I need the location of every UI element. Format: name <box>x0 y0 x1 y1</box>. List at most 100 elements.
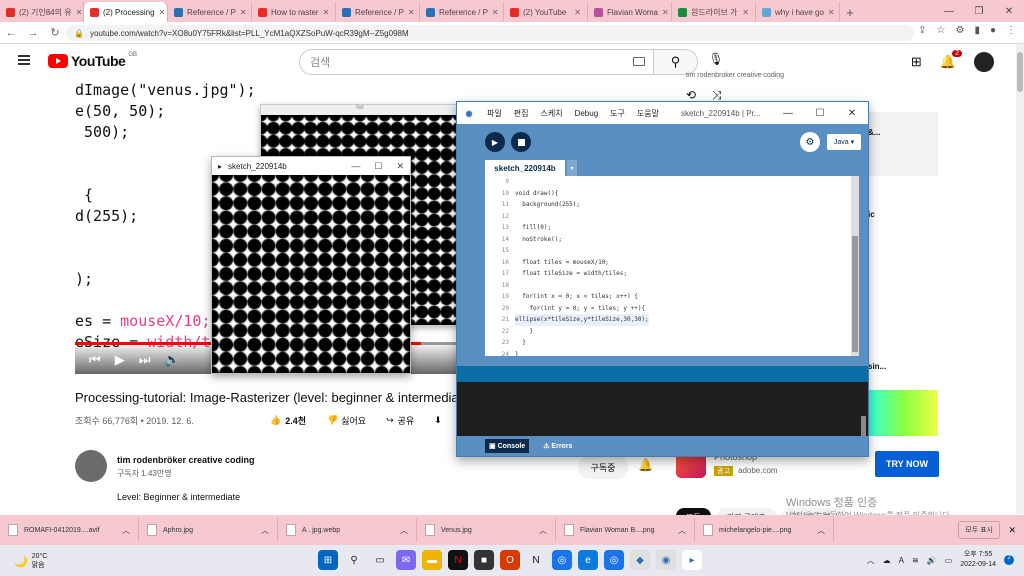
code-line[interactable] <box>515 176 649 188</box>
tab-close-icon[interactable]: ✕ <box>408 8 415 17</box>
code-lines[interactable]: void draw(){ background(255); fill(0); n… <box>515 176 649 356</box>
code-line[interactable]: float tiles = mouseX/10; <box>515 257 649 269</box>
code-line[interactable]: } <box>515 349 649 357</box>
volume-tray-icon[interactable]: 🔊 <box>927 556 937 565</box>
processing-sketch-taskbar-icon[interactable]: ▸ <box>682 550 702 570</box>
file-explorer-icon[interactable]: ▬ <box>422 550 442 570</box>
tab-close-icon[interactable]: ✕ <box>323 8 330 17</box>
ide-menu-item[interactable]: 도구 <box>604 108 631 119</box>
sketch-small-titlebar[interactable]: ▸ sketch_220914b — ☐ ✕ <box>212 157 410 175</box>
forward-icon[interactable]: → <box>22 27 44 39</box>
restore-icon[interactable]: ❐ <box>964 6 994 17</box>
browser-tab[interactable]: why i have go ✕ <box>756 2 840 22</box>
code-line[interactable]: } <box>515 326 649 338</box>
code-line[interactable]: ellipse(x*tileSize,y*tileSize,30,30); <box>515 314 649 326</box>
tab-close-icon[interactable]: ✕ <box>240 8 247 17</box>
tab-close-icon[interactable]: ✕ <box>574 8 581 17</box>
maximize-icon[interactable]: ☐ <box>374 161 382 172</box>
code-line[interactable]: background(255); <box>515 199 649 211</box>
debugger-icon[interactable]: ⚙ <box>800 132 820 152</box>
sketch-window-small[interactable]: ▸ sketch_220914b — ☐ ✕ <box>211 156 411 374</box>
tab-close-icon[interactable]: ✕ <box>159 8 166 17</box>
code-line[interactable]: } <box>515 337 649 349</box>
download-icon[interactable]: ⬇ <box>434 415 442 426</box>
chrome-profile-icon[interactable]: ◎ <box>604 550 624 570</box>
browser-tab[interactable]: Flavian Woma ✕ <box>588 2 672 22</box>
search-input[interactable]: 검색 <box>299 49 654 75</box>
tab-menu-icon[interactable]: ▾ <box>567 160 577 176</box>
minimize-icon[interactable]: — <box>351 161 360 172</box>
close-icon[interactable]: ✕ <box>994 6 1024 17</box>
sketch-small-canvas[interactable] <box>212 175 410 373</box>
close-icon[interactable]: ✕ <box>396 161 404 172</box>
clock[interactable]: 오후 7:55 2022-09-14 <box>960 550 996 570</box>
channel-bell-icon[interactable]: 🔔 <box>638 458 653 472</box>
star-icon[interactable]: ☆ <box>937 25 946 36</box>
download-menu-icon[interactable]: ︿ <box>539 525 547 536</box>
code-line[interactable] <box>515 245 649 257</box>
onedrive-icon[interactable]: ☁ <box>883 556 891 565</box>
code-line[interactable]: for(int x = 0; x < tiles; x++) { <box>515 291 649 303</box>
page-scrollbar[interactable] <box>1016 44 1024 514</box>
ide-menu-item[interactable]: Debug <box>569 109 605 118</box>
ide-menu-item[interactable]: 스케치 <box>534 108 568 119</box>
ide-menu-item[interactable]: 편집 <box>508 108 535 119</box>
loop-icon[interactable]: ⟲ <box>686 88 696 102</box>
maximize-icon[interactable]: ☐ <box>804 108 836 119</box>
channel-name[interactable]: tim rodenbröker creative coding <box>117 455 255 465</box>
browser-tab[interactable]: 원드라이브 가 ✕ <box>672 2 756 22</box>
download-item[interactable]: Flavian Woman B....png ︿ <box>556 518 695 542</box>
console-scrollbar[interactable] <box>861 416 866 436</box>
store-icon[interactable]: ■ <box>474 550 494 570</box>
scrollbar-thumb[interactable] <box>1017 52 1023 92</box>
tab-close-icon[interactable]: ✕ <box>492 8 499 17</box>
menu-icon[interactable] <box>18 55 30 65</box>
weather-widget[interactable]: 🌙 20°C 맑음 <box>14 552 47 570</box>
volume-icon[interactable]: 🔊 <box>164 352 180 368</box>
avatar[interactable] <box>974 52 994 72</box>
ad-banner[interactable] <box>868 390 938 436</box>
keyboard-icon[interactable] <box>633 57 645 66</box>
code-line[interactable]: for(int y = 0; y < tiles; y ++){ <box>515 303 649 315</box>
share-icon[interactable]: ⇪ <box>918 25 926 36</box>
code-editor[interactable]: 9 10 11 12 13 14 15 16 17 18 19 20 21 22 23 24 void dra… <box>485 176 851 356</box>
download-menu-icon[interactable]: ︿ <box>817 525 825 536</box>
tab-close-icon[interactable]: ✕ <box>662 8 669 17</box>
chrome-icon[interactable]: ◎ <box>552 550 572 570</box>
wifi-icon[interactable]: ≋ <box>912 556 919 565</box>
code-line[interactable]: void draw(){ <box>515 188 649 200</box>
edge-icon[interactable]: e <box>578 550 598 570</box>
editor-scrollbar[interactable] <box>851 176 859 356</box>
editor-scroll-thumb[interactable] <box>852 236 858 352</box>
processing-taskbar-icon[interactable]: ◉ <box>656 550 676 570</box>
download-menu-icon[interactable]: ︿ <box>400 525 408 536</box>
tab-close-icon[interactable]: ✕ <box>742 8 749 17</box>
share-button[interactable]: ↪ 공유 <box>386 414 414 427</box>
tab-close-icon[interactable]: ✕ <box>76 8 83 17</box>
browser-tab[interactable]: (2) YouTube ✕ <box>504 2 588 22</box>
battery-icon[interactable]: ▭ <box>945 556 953 565</box>
channel-avatar[interactable] <box>75 450 107 482</box>
notification-center-icon[interactable]: 2 <box>1004 555 1014 565</box>
code-line[interactable]: noStroke(); <box>515 234 649 246</box>
download-item[interactable]: A . jpg.webp ︿ <box>278 518 417 542</box>
dislike-button[interactable]: 👎 싫어요 <box>326 414 366 427</box>
extensions-icon[interactable]: ⚙ <box>955 25 964 36</box>
mode-selector[interactable]: Java ▾ <box>827 134 861 150</box>
download-item[interactable]: Venus.jpg ︿ <box>417 518 556 542</box>
office-icon[interactable]: O <box>500 550 520 570</box>
errors-tab[interactable]: ⚠ Errors <box>543 442 572 450</box>
reload-icon[interactable]: ↻ <box>44 26 66 39</box>
browser-tab[interactable]: (2) 기인84의 유 ✕ <box>0 2 84 22</box>
download-menu-icon[interactable]: ︿ <box>678 525 686 536</box>
search-taskbar-icon[interactable]: ⚲ <box>344 550 364 570</box>
sidebar-icon[interactable]: ▮ <box>974 25 980 36</box>
console-area[interactable] <box>457 382 868 436</box>
show-all-downloads-button[interactable]: 모두 표시 <box>958 521 1000 539</box>
sketch-large-titlebar[interactable]: fwt <box>261 105 459 115</box>
browser-tab[interactable]: Reference / P ✕ <box>420 2 504 22</box>
close-downloads-icon[interactable]: ✕ <box>1008 525 1016 536</box>
sketch-tab[interactable]: sketch_220914b <box>485 160 565 176</box>
code-line[interactable]: fill(0); <box>515 222 649 234</box>
tab-close-icon[interactable]: ✕ <box>828 8 835 17</box>
